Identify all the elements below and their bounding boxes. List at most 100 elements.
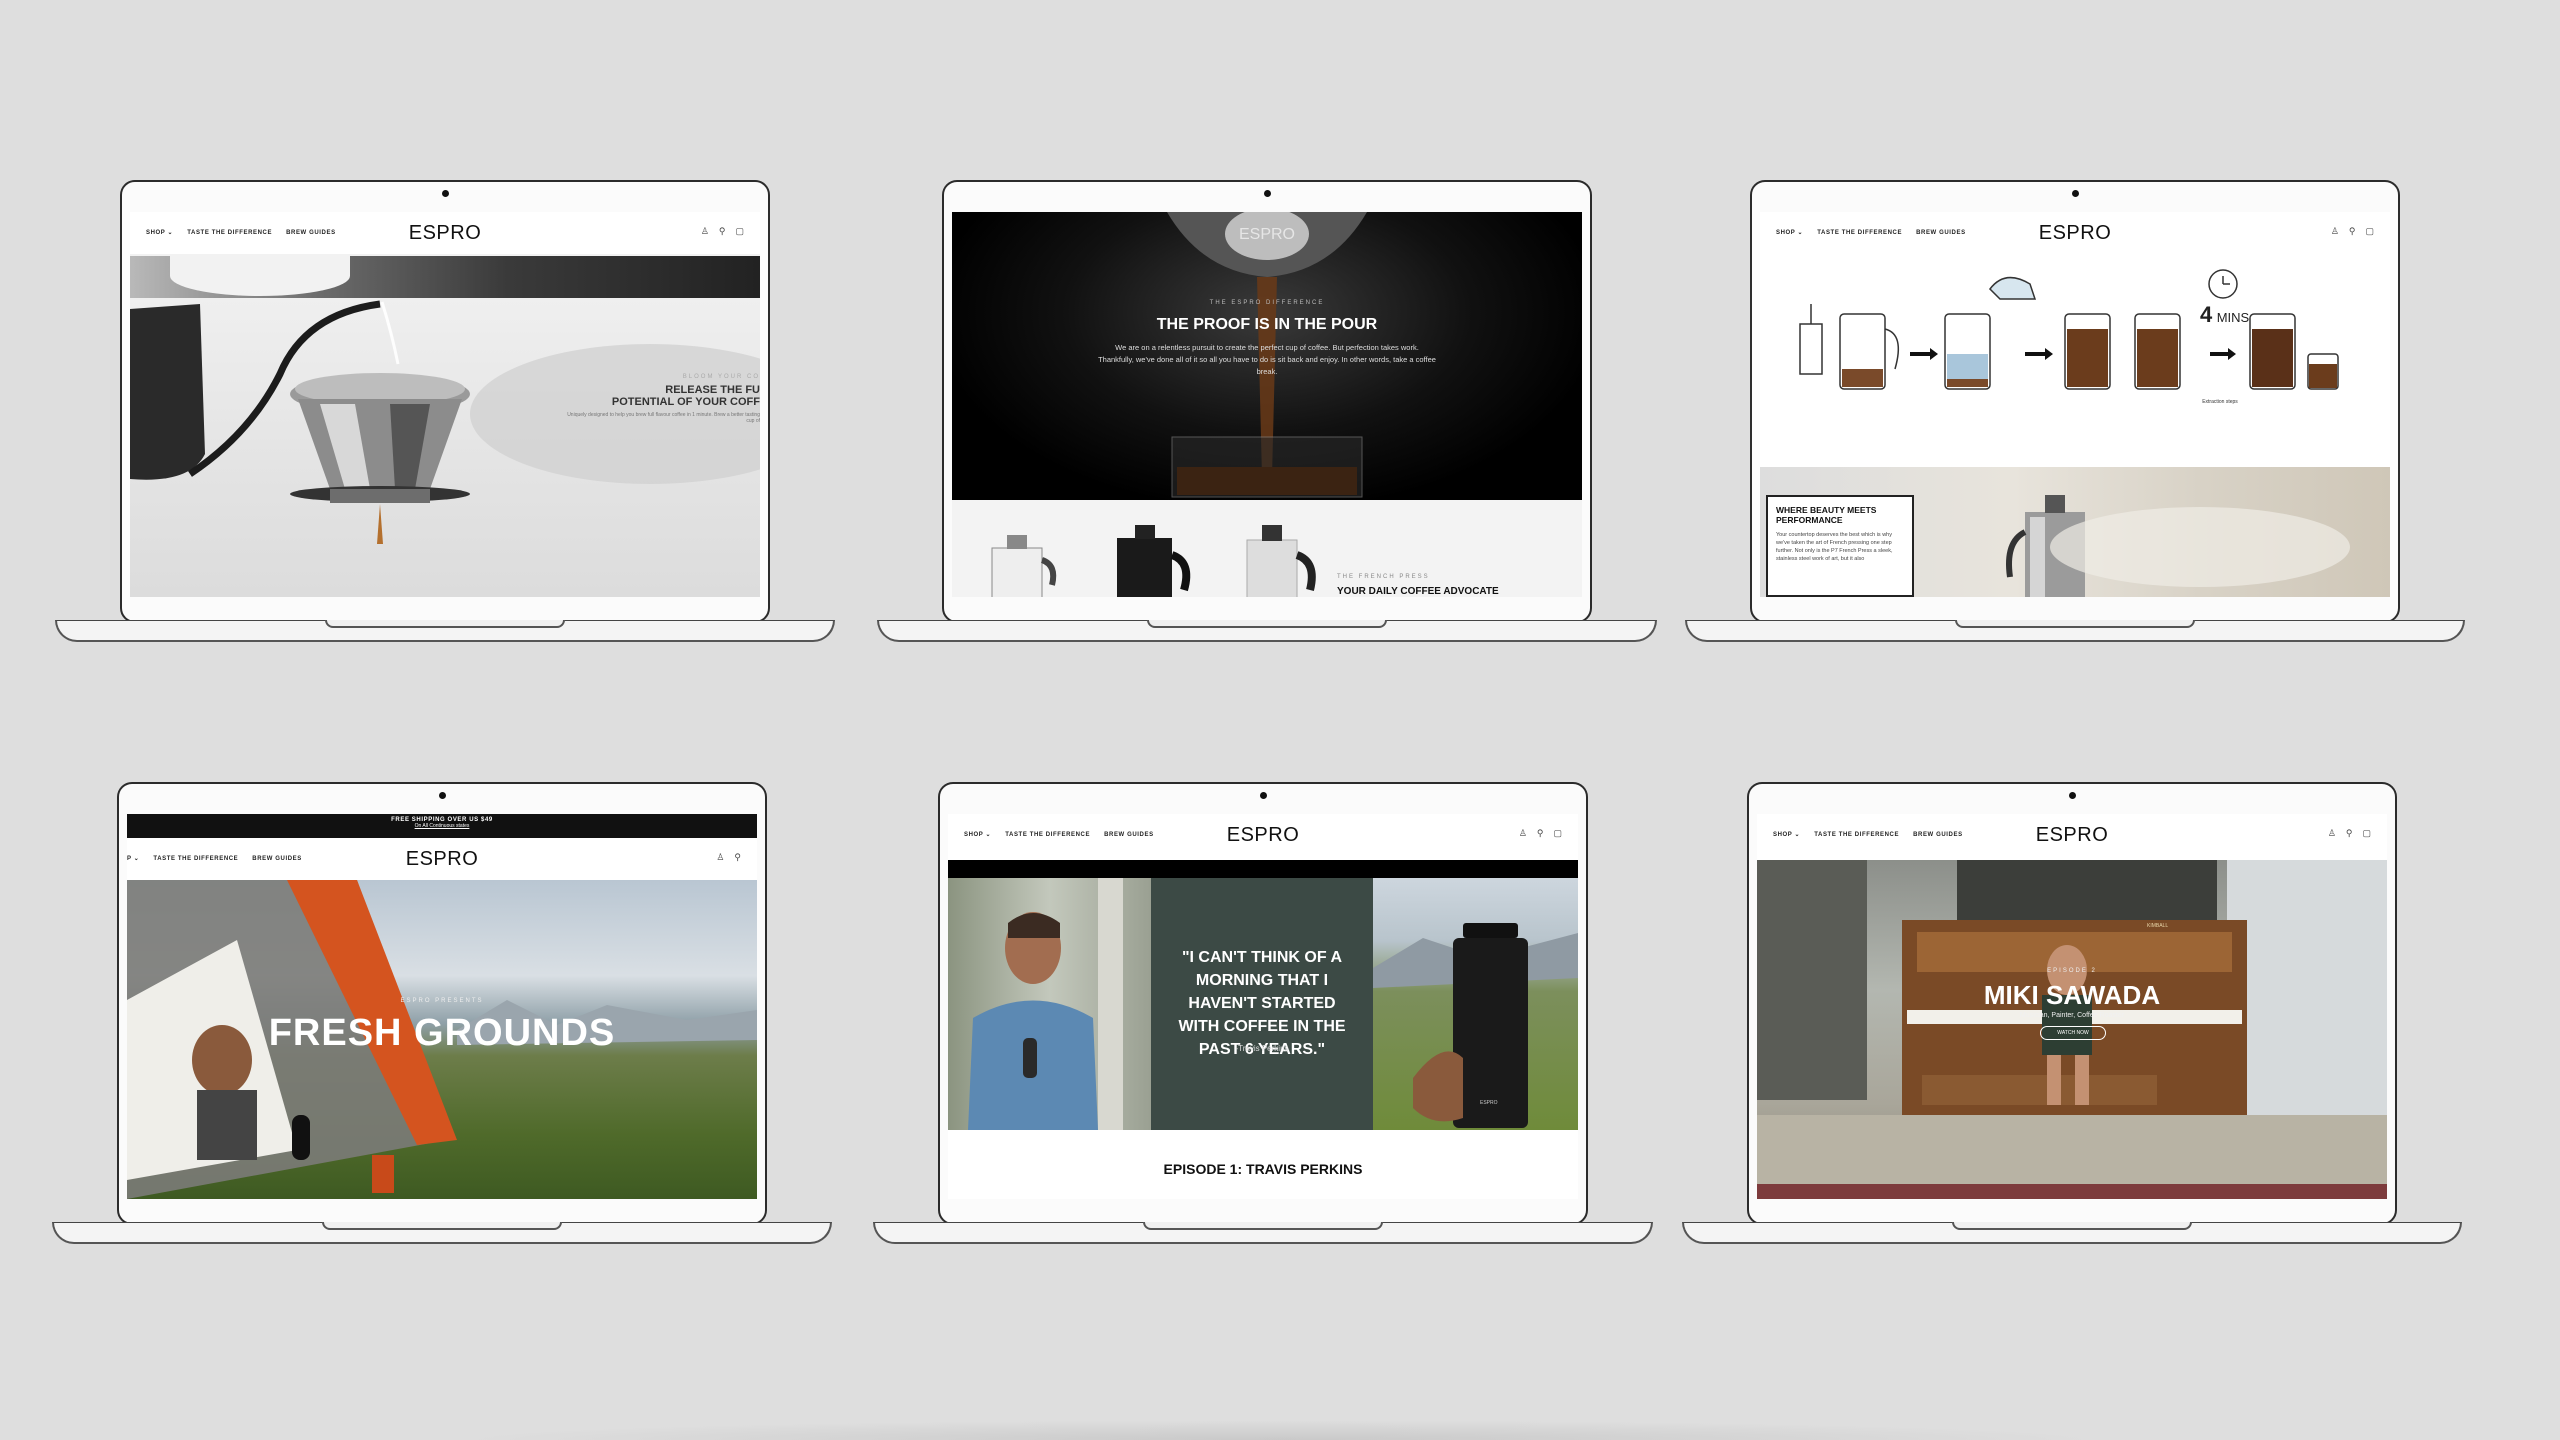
logo[interactable]: ESPRO bbox=[2039, 222, 2112, 245]
laptop-notch bbox=[322, 1222, 562, 1230]
cart-icon[interactable]: ▢ bbox=[1553, 828, 1562, 838]
webcam bbox=[438, 792, 446, 799]
webcam bbox=[2071, 190, 2079, 197]
hero-headline: FRESH GROUNDS bbox=[268, 1012, 616, 1054]
laptop-notch bbox=[1952, 1222, 2192, 1230]
nav-guides[interactable]: BREW GUIDES bbox=[1104, 832, 1154, 838]
site-header: SHOP ⌄ TASTE THE DIFFERENCE BREW GUIDES ES… bbox=[1757, 814, 2387, 856]
product-strip: THE FRENCH PRESS YOUR DAILY COFFEE ADVOC… bbox=[952, 500, 1582, 597]
site-header: SHOP ⌄ TASTE THE DIFFERENCE BREW GUIDES ES… bbox=[1760, 212, 2390, 254]
laptop-mockup-5: SHOP ⌄ TASTE THE DIFFERENCE BREW GUIDES ES… bbox=[873, 782, 1653, 1247]
nav-guides[interactable]: BREW GUIDES bbox=[1913, 832, 1963, 838]
main-nav: SHOP ⌄ TASTE THE DIFFERENCE BREW GUIDES bbox=[964, 831, 1168, 838]
nav-shop[interactable]: SHOP ⌄ bbox=[964, 832, 991, 838]
logo[interactable]: ESPRO bbox=[1227, 824, 1300, 847]
extraction-label: Extraction steps bbox=[2202, 399, 2238, 405]
piano-brand: KIMBALL bbox=[2147, 923, 2169, 929]
laptop-lid: ESPRO THE ESPRO DIFFERENCE THE PROOF IS … bbox=[942, 180, 1592, 623]
watch-now-button[interactable]: WATCH NOW bbox=[2040, 1026, 2106, 1040]
screen-brew-steps: SHOP ⌄ TASTE THE DIFFERENCE BREW GUIDES ES… bbox=[1760, 212, 2390, 597]
hero-kicker: ESPRO PRESENTS bbox=[400, 998, 484, 1004]
card-title: WHERE BEAUTY MEETS PERFORMANCE bbox=[1776, 505, 1877, 525]
screen-episode-2: SHOP ⌄ TASTE THE DIFFERENCE BREW GUIDES ES… bbox=[1757, 814, 2387, 1199]
laptop-lid: SHOP ⌄ TASTE THE DIFFERENCE BREW GUIDES ES… bbox=[938, 782, 1588, 1225]
strip-headline: YOUR DAILY COFFEE ADVOCATE bbox=[1337, 586, 1499, 597]
nav-shop[interactable]: SHOP ⌄ bbox=[1773, 832, 1800, 838]
webcam bbox=[1259, 792, 1267, 799]
hero-headline: MIKI SAWADA bbox=[1983, 980, 2161, 1010]
hero-image: BLOOM YOUR CO RELEASE THE FU POTENTIAL O… bbox=[130, 254, 760, 597]
header-icons: ♙ ⚲ ▢ bbox=[691, 226, 744, 237]
screen-proof-in-pour: ESPRO THE ESPRO DIFFERENCE THE PROOF IS … bbox=[952, 212, 1582, 597]
cart-icon[interactable]: ▢ bbox=[735, 226, 744, 236]
nav-taste[interactable]: TASTE THE DIFFERENCE bbox=[1005, 832, 1090, 838]
screen-fresh-grounds: FREE SHIPPING OVER US $49 On All Continu… bbox=[127, 814, 757, 1199]
user-icon[interactable]: ♙ bbox=[701, 226, 709, 236]
cap-logo: ESPRO bbox=[1238, 226, 1295, 243]
hero-kicker: THE ESPRO DIFFERENCE bbox=[1209, 300, 1325, 306]
logo[interactable]: ESPRO bbox=[409, 222, 482, 245]
laptop-mockup-6: SHOP ⌄ TASTE THE DIFFERENCE BREW GUIDES ES… bbox=[1682, 782, 2462, 1247]
search-icon[interactable]: ⚲ bbox=[734, 852, 741, 862]
main-nav: SHOP ⌄ TASTE THE DIFFERENCE BREW GUIDES bbox=[1773, 831, 1977, 838]
webcam bbox=[1263, 190, 1271, 197]
main-nav: SHOP ⌄ TASTE THE DIFFERENCE BREW GUIDES bbox=[1776, 229, 1980, 236]
episode-title: EPISODE 1: TRAVIS PERKINS bbox=[1163, 1161, 1363, 1177]
nav-taste[interactable]: TASTE THE DIFFERENCE bbox=[1817, 230, 1902, 236]
nav-taste[interactable]: TASTE THE DIFFERENCE bbox=[153, 856, 238, 862]
hero-body: We are on a relentless pursuit to create… bbox=[1098, 343, 1436, 376]
header-icons: ♙ ⚲ bbox=[706, 852, 741, 863]
quote-panel: "I CAN'T THINK OF A MORNING THAT I HAVEN… bbox=[1151, 878, 1373, 1130]
footer-strip bbox=[1757, 1184, 2387, 1199]
photo-man bbox=[948, 878, 1151, 1130]
user-icon[interactable]: ♙ bbox=[716, 852, 724, 862]
laptop-notch bbox=[1147, 620, 1387, 628]
hero-headline: THE PROOF IS IN THE POUR bbox=[1156, 316, 1378, 333]
laptop-mockup-1: SHOP ⌄ TASTE THE DIFFERENCE BREW GUIDES ES… bbox=[55, 180, 835, 645]
site-header: P ⌄ TASTE THE DIFFERENCE BREW GUIDES ESPRO… bbox=[127, 838, 757, 880]
screen-pour-over: SHOP ⌄ TASTE THE DIFFERENCE BREW GUIDES ES… bbox=[130, 212, 760, 597]
webcam bbox=[2068, 792, 2076, 799]
search-icon[interactable]: ⚲ bbox=[2346, 828, 2353, 838]
nav-guides[interactable]: BREW GUIDES bbox=[1916, 230, 1966, 236]
laptop-mockup-4: FREE SHIPPING OVER US $49 On All Continu… bbox=[52, 782, 832, 1247]
hero-headline-1: RELEASE THE FU bbox=[665, 384, 760, 396]
nav-taste[interactable]: TASTE THE DIFFERENCE bbox=[187, 230, 272, 236]
search-icon[interactable]: ⚲ bbox=[2349, 226, 2356, 236]
bottle-in-hand bbox=[1373, 923, 1578, 1128]
laptop-lid: SHOP ⌄ TASTE THE DIFFERENCE BREW GUIDES ES… bbox=[120, 180, 770, 623]
nav-shop[interactable]: SHOP ⌄ bbox=[146, 230, 173, 236]
nav-guides[interactable]: BREW GUIDES bbox=[252, 856, 302, 862]
nav-taste[interactable]: TASTE THE DIFFERENCE bbox=[1814, 832, 1899, 838]
brew-steps-diagram: 4 MINS Extraction steps bbox=[1760, 254, 2390, 454]
lifestyle-image: WHERE BEAUTY MEETS PERFORMANCE Your coun… bbox=[1760, 467, 2390, 597]
banner-link[interactable]: On All Continuous states bbox=[127, 823, 757, 829]
hero-kicker: BLOOM YOUR CO bbox=[682, 374, 760, 380]
black-divider bbox=[948, 860, 1578, 878]
nav-shop[interactable]: P ⌄ bbox=[127, 856, 139, 862]
cart-icon[interactable]: ▢ bbox=[2365, 226, 2374, 236]
search-icon[interactable]: ⚲ bbox=[1537, 828, 1544, 838]
laptop-lid: FREE SHIPPING OVER US $49 On All Continu… bbox=[117, 782, 767, 1225]
hero-copy: BLOOM YOUR CO RELEASE THE FU POTENTIAL O… bbox=[560, 374, 760, 424]
user-icon[interactable]: ♙ bbox=[2331, 226, 2339, 236]
nav-shop[interactable]: SHOP ⌄ bbox=[1776, 230, 1803, 236]
user-icon[interactable]: ♙ bbox=[1519, 828, 1527, 838]
hero-kicker: EPISODE 2 bbox=[2047, 968, 2097, 974]
laptop-mockup-3: SHOP ⌄ TASTE THE DIFFERENCE BREW GUIDES ES… bbox=[1685, 180, 2465, 645]
user-icon[interactable]: ♙ bbox=[2328, 828, 2336, 838]
site-header: SHOP ⌄ TASTE THE DIFFERENCE BREW GUIDES ES… bbox=[948, 814, 1578, 856]
laptop-mockup-2: ESPRO THE ESPRO DIFFERENCE THE PROOF IS … bbox=[877, 180, 1657, 645]
hero-image: ESPRO PRESENTS FRESH GROUNDS bbox=[127, 880, 757, 1199]
hero-body: Uniquely designed to help you brew full … bbox=[567, 412, 760, 424]
logo[interactable]: ESPRO bbox=[406, 848, 479, 871]
laptop-lid: SHOP ⌄ TASTE THE DIFFERENCE BREW GUIDES ES… bbox=[1747, 782, 2397, 1225]
card-body: Your countertop deserves the best which … bbox=[1776, 532, 1893, 562]
header-icons: ♙ ⚲ ▢ bbox=[2318, 828, 2371, 839]
logo[interactable]: ESPRO bbox=[2036, 824, 2109, 847]
laptop-notch bbox=[1955, 620, 2195, 628]
search-icon[interactable]: ⚲ bbox=[719, 226, 726, 236]
nav-guides[interactable]: BREW GUIDES bbox=[286, 230, 336, 236]
cart-icon[interactable]: ▢ bbox=[2362, 828, 2371, 838]
steps-illustration bbox=[1799, 269, 2339, 390]
